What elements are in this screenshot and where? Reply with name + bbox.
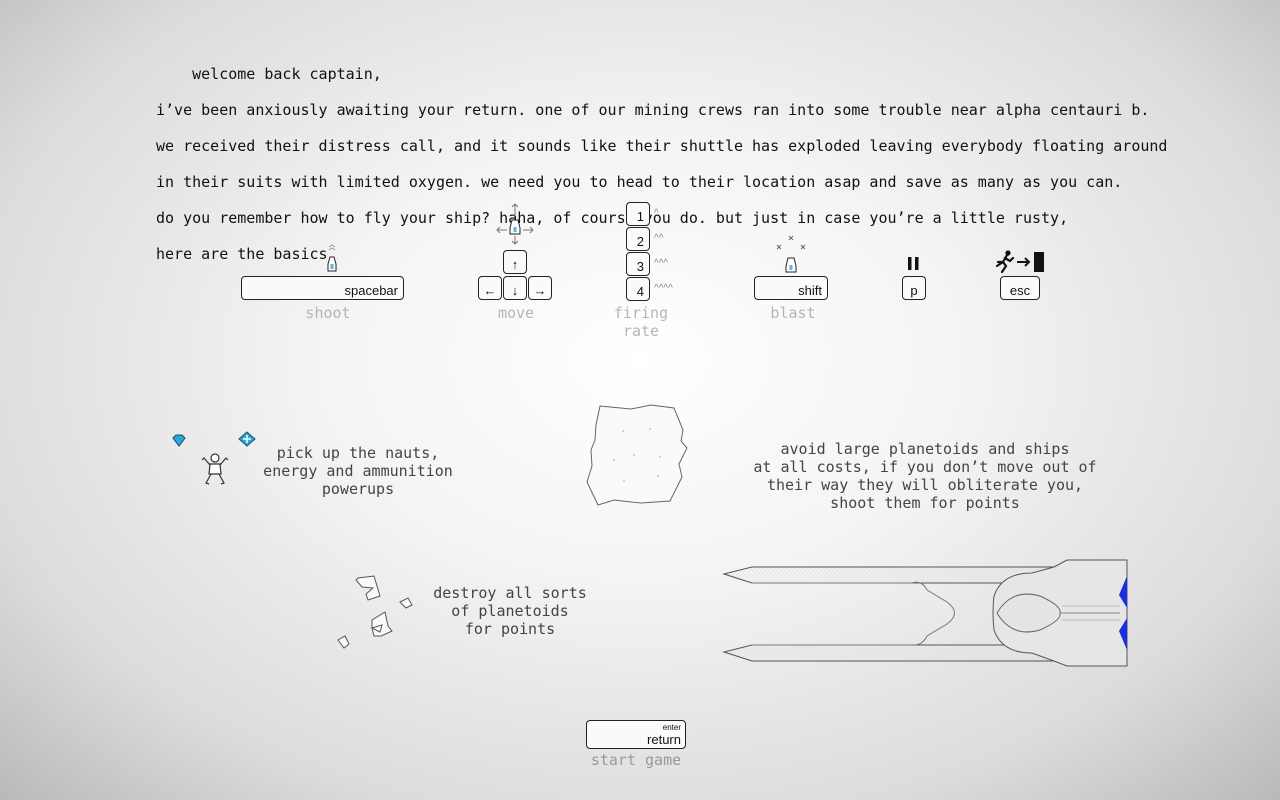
- shoot-label: shoot: [305, 304, 351, 322]
- rate-4-carets: ^^^^: [654, 283, 673, 294]
- shift-key-label: shift: [798, 283, 822, 298]
- spacebar-key-label: spacebar: [344, 283, 398, 298]
- destroy-tip: destroy all sorts of planetoids for poin…: [420, 584, 600, 638]
- key-2[interactable]: 2: [626, 227, 650, 251]
- avoid-tip-line: avoid large planetoids and ships: [780, 440, 1070, 458]
- esc-key[interactable]: esc: [1000, 276, 1040, 300]
- enemy-ship-icon: [722, 559, 1128, 667]
- key-2-label: 2: [636, 234, 644, 249]
- powerups-tip-line: pick up the nauts,: [276, 444, 440, 462]
- p-key[interactable]: p: [902, 276, 926, 300]
- firing-rate-control: 1 ^ 2 ^^ 3 ^^^ 4 ^^^^ firing rate: [600, 200, 700, 340]
- pause-control: p: [900, 255, 940, 305]
- rate-1-carets: ^: [654, 208, 659, 219]
- pause-icon: [908, 257, 919, 270]
- return-key-small-label: enter: [662, 723, 681, 732]
- return-key-main-label: return: [647, 732, 681, 747]
- start-game-label: start game: [590, 751, 682, 769]
- firing-rate-label-line1: firing: [613, 304, 669, 322]
- key-4[interactable]: 4: [626, 277, 650, 301]
- rate-3-carets: ^^^: [654, 258, 669, 269]
- energy-powerup-icon: [172, 434, 186, 447]
- destroy-tip-line: for points: [464, 620, 556, 638]
- large-planetoid-icon: [586, 404, 688, 506]
- destroy-tip-line: destroy all sorts: [433, 584, 587, 602]
- intro-line: welcome back captain,: [156, 65, 382, 83]
- ship-blast-icon: [776, 235, 806, 273]
- up-arrow-key-label: ↑: [511, 257, 519, 272]
- ship-shoot-icon: [327, 244, 337, 272]
- rate-2-carets: ^^: [654, 233, 664, 244]
- down-arrow-key-label: ↓: [511, 283, 519, 298]
- small-planetoids-icon: [337, 575, 413, 649]
- key-3[interactable]: 3: [626, 252, 650, 276]
- right-arrow-key-label: →: [533, 283, 547, 298]
- move-label: move: [497, 304, 535, 322]
- intro-line: i’ve been anxiously awaiting your return…: [156, 101, 1150, 119]
- shoot-control: spacebar shoot: [240, 240, 410, 330]
- ship-move-icon: [496, 203, 534, 245]
- powerups-tip-line: energy and ammunition: [263, 462, 453, 480]
- blast-control: shift blast: [750, 230, 840, 330]
- avoid-tip: avoid large planetoids and ships at all …: [740, 440, 1110, 512]
- intro-line: in their suits with limited oxygen. we n…: [156, 173, 1123, 191]
- right-arrow-key[interactable]: →: [528, 276, 552, 300]
- powerups-tip: pick up the nauts, energy and ammunition…: [248, 444, 468, 498]
- firing-rate-label-line2: rate: [622, 322, 660, 340]
- intro-line: we received their distress call, and it …: [156, 137, 1168, 155]
- key-3-label: 3: [636, 259, 644, 274]
- blast-label: blast: [770, 304, 816, 322]
- powerups-tip-line: powerups: [321, 480, 395, 498]
- exit-door-icon: [995, 250, 1044, 274]
- destroy-tip-line: of planetoids: [451, 602, 569, 620]
- up-arrow-key[interactable]: ↑: [503, 250, 527, 274]
- shift-key[interactable]: shift: [754, 276, 828, 300]
- down-arrow-key[interactable]: ↓: [503, 276, 527, 300]
- p-key-label: p: [910, 283, 918, 298]
- firing-rate-label: firing rate: [600, 304, 682, 340]
- avoid-tip-line: at all costs, if you don’t move out of: [753, 458, 1097, 476]
- avoid-tip-line: their way they will obliterate you,: [766, 476, 1084, 494]
- key-1-label: 1: [636, 209, 644, 224]
- avoid-tip-line: shoot them for points: [830, 494, 1020, 512]
- astronaut-naut-icon: [201, 453, 229, 485]
- left-arrow-key-label: ←: [483, 283, 497, 298]
- left-arrow-key[interactable]: ←: [478, 276, 502, 300]
- return-key[interactable]: enter return: [586, 720, 686, 749]
- spacebar-key[interactable]: spacebar: [241, 276, 404, 300]
- exit-control: esc: [990, 248, 1050, 304]
- esc-key-label: esc: [1009, 283, 1031, 298]
- key-4-label: 4: [636, 284, 644, 299]
- key-1[interactable]: 1: [626, 202, 650, 226]
- move-control: ↑ ← ↓ → move: [470, 200, 570, 330]
